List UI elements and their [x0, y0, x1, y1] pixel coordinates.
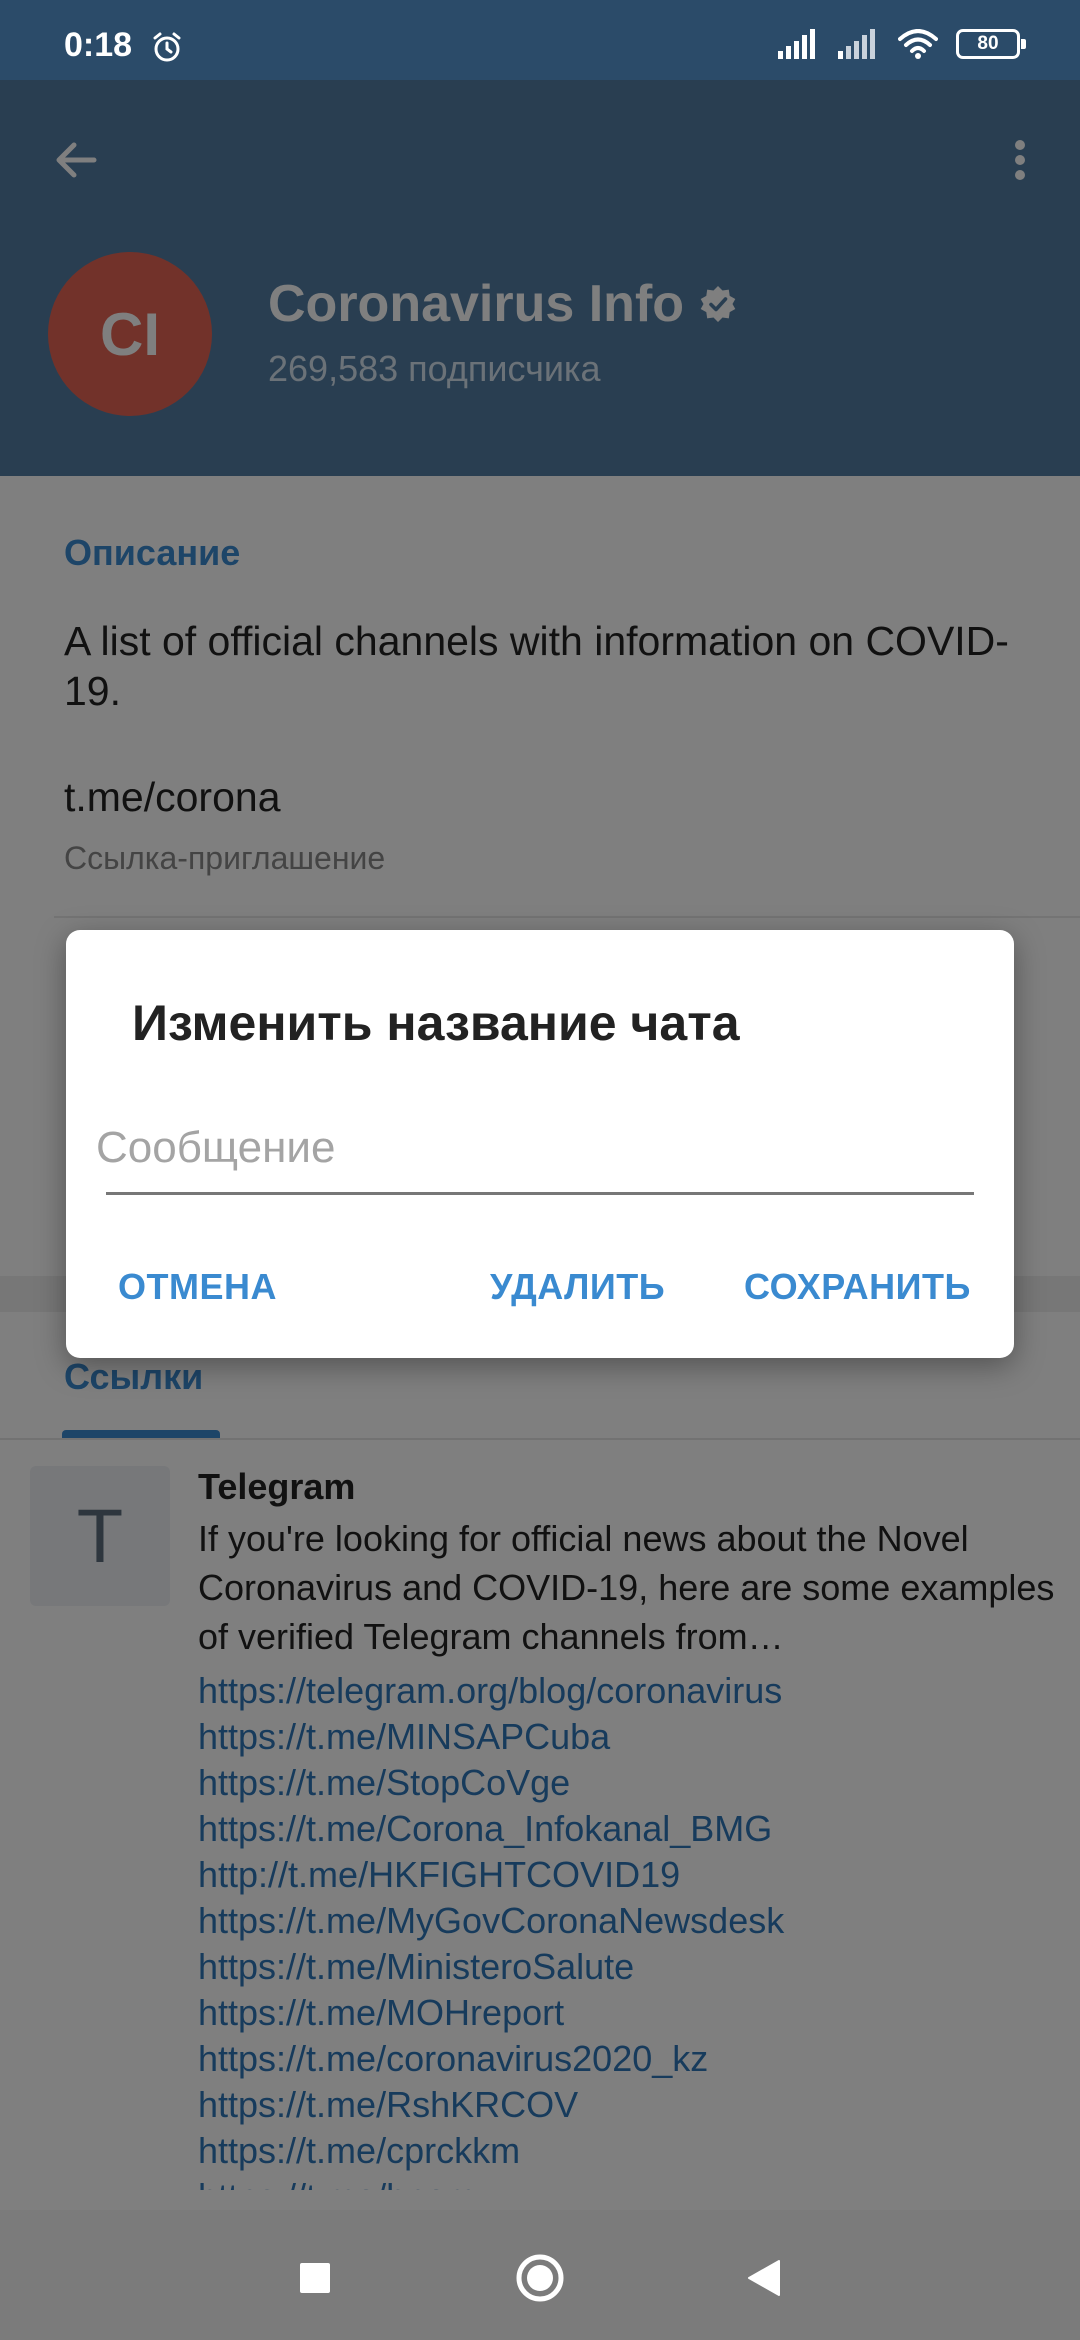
status-bar: 0:18 80	[0, 0, 1080, 80]
signal-icon	[838, 29, 875, 59]
recents-square-icon[interactable]	[285, 2248, 345, 2308]
status-icons: 80	[778, 24, 1026, 64]
chat-name-input[interactable]	[96, 1122, 968, 1174]
alarm-icon	[153, 32, 181, 62]
delete-button[interactable]: УДАЛИТЬ	[490, 1266, 665, 1308]
save-button[interactable]: СОХРАНИТЬ	[744, 1266, 971, 1308]
signal-icon	[778, 29, 815, 59]
status-time: 0:18	[64, 26, 133, 64]
system-nav-bar	[0, 2210, 1080, 2340]
back-triangle-icon[interactable]	[735, 2248, 795, 2308]
input-underline	[106, 1192, 974, 1195]
home-circle-icon[interactable]	[510, 2248, 570, 2308]
cancel-button[interactable]: ОТМЕНА	[118, 1266, 277, 1308]
battery-level: 80	[977, 33, 999, 54]
battery-icon: 80	[956, 29, 1026, 59]
dialog-title: Изменить название чата	[132, 995, 740, 1051]
wifi-icon	[898, 29, 938, 59]
rename-chat-dialog: Изменить название чата ОТМЕНА УДАЛИТЬ СО…	[66, 930, 1014, 1358]
